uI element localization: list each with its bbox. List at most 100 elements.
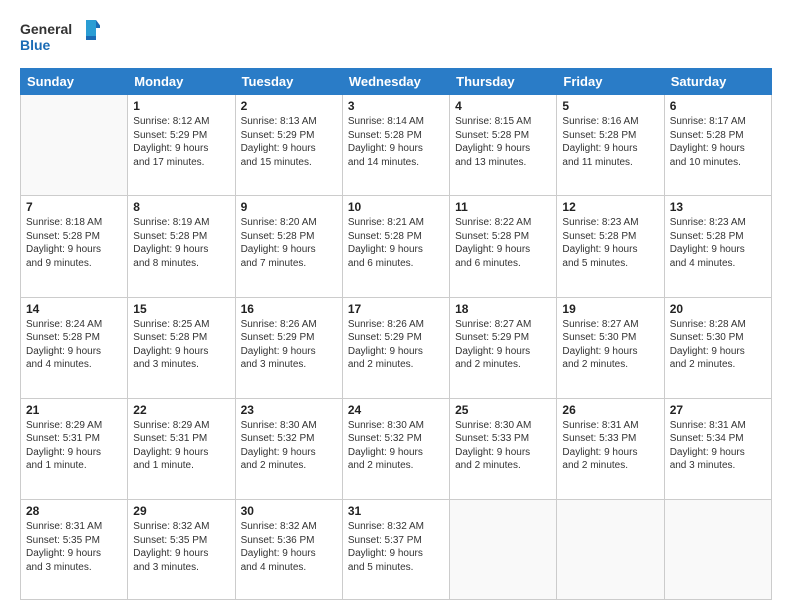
calendar-day-header: Friday: [557, 69, 664, 95]
calendar-cell: 30Sunrise: 8:32 AMSunset: 5:36 PMDayligh…: [235, 500, 342, 600]
day-info: Sunrise: 8:12 AMSunset: 5:29 PMDaylight:…: [133, 115, 229, 169]
calendar-day-header: Wednesday: [342, 69, 449, 95]
day-number: 6: [670, 99, 766, 113]
calendar-cell: 28 Sunrise: 8:31 AMSunset: 5:35 PMDayligh…: [21, 500, 128, 600]
calendar-cell: 12 Sunrise: 8:23 AMSunset: 5:28 PMDayligh…: [557, 196, 664, 297]
day-number: 20: [670, 302, 766, 316]
svg-text:Blue: Blue: [20, 37, 51, 53]
day-info: Sunrise: 8:16 AMSunset: 5:28 PMDaylight:…: [562, 115, 658, 169]
week-row: 21 Sunrise: 8:29 AMSunset: 5:31 PMDayligh…: [21, 398, 772, 499]
header: General Blue: [20, 18, 772, 58]
day-info: Sunrise: 8:24 AMSunset: 5:28 PMDaylight:…: [26, 318, 122, 372]
day-number: 10: [348, 200, 444, 214]
day-number: 18: [455, 302, 551, 316]
week-row: 1 Sunrise: 8:12 AMSunset: 5:29 PMDaylight…: [21, 95, 772, 196]
calendar-cell: 10 Sunrise: 8:21 AMSunset: 5:28 PMDayligh…: [342, 196, 449, 297]
calendar-cell: 18 Sunrise: 8:27 AMSunset: 5:29 PMDayligh…: [450, 297, 557, 398]
day-info: Sunrise: 8:30 AMSunset: 5:32 PMDaylight:…: [241, 419, 337, 473]
day-number: 15: [133, 302, 229, 316]
day-info: Sunrise: 8:29 AMSunset: 5:31 PMDaylight:…: [26, 419, 122, 473]
calendar-day-header: Tuesday: [235, 69, 342, 95]
day-number: 8: [133, 200, 229, 214]
calendar-table: SundayMondayTuesdayWednesdayThursdayFrid…: [20, 68, 772, 600]
day-number: 30: [241, 504, 337, 518]
day-number: 31: [348, 504, 444, 518]
day-number: 4: [455, 99, 551, 113]
calendar-cell: 1 Sunrise: 8:12 AMSunset: 5:29 PMDaylight…: [128, 95, 235, 196]
day-number: 12: [562, 200, 658, 214]
day-info: Sunrise: 8:29 AMSunset: 5:31 PMDaylight:…: [133, 419, 229, 473]
week-row: 28 Sunrise: 8:31 AMSunset: 5:35 PMDayligh…: [21, 500, 772, 600]
day-number: 17: [348, 302, 444, 316]
calendar-cell: 19Sunrise: 8:27 AMSunset: 5:30 PMDayligh…: [557, 297, 664, 398]
day-number: 25: [455, 403, 551, 417]
calendar-cell: 11Sunrise: 8:22 AMSunset: 5:28 PMDayligh…: [450, 196, 557, 297]
calendar-cell: 17Sunrise: 8:26 AMSunset: 5:29 PMDayligh…: [342, 297, 449, 398]
day-info: Sunrise: 8:21 AMSunset: 5:28 PMDaylight:…: [348, 216, 444, 270]
calendar-cell: 16Sunrise: 8:26 AMSunset: 5:29 PMDayligh…: [235, 297, 342, 398]
calendar-cell: 2 Sunrise: 8:13 AMSunset: 5:29 PMDaylight…: [235, 95, 342, 196]
calendar-cell: 15 Sunrise: 8:25 AMSunset: 5:28 PMDayligh…: [128, 297, 235, 398]
calendar-cell: 8 Sunrise: 8:19 AMSunset: 5:28 PMDaylight…: [128, 196, 235, 297]
calendar-cell: 21 Sunrise: 8:29 AMSunset: 5:31 PMDayligh…: [21, 398, 128, 499]
calendar-cell: 26Sunrise: 8:31 AMSunset: 5:33 PMDayligh…: [557, 398, 664, 499]
calendar-cell: 5 Sunrise: 8:16 AMSunset: 5:28 PMDaylight…: [557, 95, 664, 196]
day-info: Sunrise: 8:23 AMSunset: 5:28 PMDaylight:…: [670, 216, 766, 270]
day-number: 28: [26, 504, 122, 518]
calendar-cell: 27 Sunrise: 8:31 AMSunset: 5:34 PMDayligh…: [664, 398, 771, 499]
calendar-day-header: Monday: [128, 69, 235, 95]
calendar-day-header: Saturday: [664, 69, 771, 95]
calendar-day-header: Sunday: [21, 69, 128, 95]
day-info: Sunrise: 8:32 AMSunset: 5:37 PMDaylight:…: [348, 520, 444, 574]
calendar-cell: 7Sunrise: 8:18 AMSunset: 5:28 PMDaylight…: [21, 196, 128, 297]
week-row: 7Sunrise: 8:18 AMSunset: 5:28 PMDaylight…: [21, 196, 772, 297]
calendar-cell: 9Sunrise: 8:20 AMSunset: 5:28 PMDaylight…: [235, 196, 342, 297]
day-number: 11: [455, 200, 551, 214]
day-info: Sunrise: 8:30 AMSunset: 5:33 PMDaylight:…: [455, 419, 551, 473]
calendar-cell: 23Sunrise: 8:30 AMSunset: 5:32 PMDayligh…: [235, 398, 342, 499]
day-info: Sunrise: 8:31 AMSunset: 5:34 PMDaylight:…: [670, 419, 766, 473]
day-info: Sunrise: 8:27 AMSunset: 5:30 PMDaylight:…: [562, 318, 658, 372]
day-info: Sunrise: 8:19 AMSunset: 5:28 PMDaylight:…: [133, 216, 229, 270]
calendar-cell: 31 Sunrise: 8:32 AMSunset: 5:37 PMDayligh…: [342, 500, 449, 600]
day-info: Sunrise: 8:31 AMSunset: 5:35 PMDaylight:…: [26, 520, 122, 574]
day-info: Sunrise: 8:25 AMSunset: 5:28 PMDaylight:…: [133, 318, 229, 372]
calendar-day-header: Thursday: [450, 69, 557, 95]
calendar-cell: [21, 95, 128, 196]
calendar-cell: 3Sunrise: 8:14 AMSunset: 5:28 PMDaylight…: [342, 95, 449, 196]
day-info: Sunrise: 8:30 AMSunset: 5:32 PMDaylight:…: [348, 419, 444, 473]
calendar-cell: 14Sunrise: 8:24 AMSunset: 5:28 PMDayligh…: [21, 297, 128, 398]
day-number: 24: [348, 403, 444, 417]
calendar-header-row: SundayMondayTuesdayWednesdayThursdayFrid…: [21, 69, 772, 95]
day-info: Sunrise: 8:23 AMSunset: 5:28 PMDaylight:…: [562, 216, 658, 270]
day-number: 29: [133, 504, 229, 518]
calendar-cell: 6 Sunrise: 8:17 AMSunset: 5:28 PMDaylight…: [664, 95, 771, 196]
day-info: Sunrise: 8:32 AMSunset: 5:35 PMDaylight:…: [133, 520, 229, 574]
day-number: 2: [241, 99, 337, 113]
calendar-cell: 25 Sunrise: 8:30 AMSunset: 5:33 PMDayligh…: [450, 398, 557, 499]
day-info: Sunrise: 8:17 AMSunset: 5:28 PMDaylight:…: [670, 115, 766, 169]
calendar-cell: 24 Sunrise: 8:30 AMSunset: 5:32 PMDayligh…: [342, 398, 449, 499]
calendar-cell: [664, 500, 771, 600]
day-info: Sunrise: 8:26 AMSunset: 5:29 PMDaylight:…: [241, 318, 337, 372]
calendar-cell: 4 Sunrise: 8:15 AMSunset: 5:28 PMDaylight…: [450, 95, 557, 196]
day-info: Sunrise: 8:27 AMSunset: 5:29 PMDaylight:…: [455, 318, 551, 372]
day-info: Sunrise: 8:14 AMSunset: 5:28 PMDaylight:…: [348, 115, 444, 169]
day-info: Sunrise: 8:31 AMSunset: 5:33 PMDaylight:…: [562, 419, 658, 473]
day-number: 13: [670, 200, 766, 214]
week-row: 14Sunrise: 8:24 AMSunset: 5:28 PMDayligh…: [21, 297, 772, 398]
day-info: Sunrise: 8:15 AMSunset: 5:28 PMDaylight:…: [455, 115, 551, 169]
day-info: Sunrise: 8:13 AMSunset: 5:29 PMDaylight:…: [241, 115, 337, 169]
logo: General Blue: [20, 18, 100, 58]
day-info: Sunrise: 8:28 AMSunset: 5:30 PMDaylight:…: [670, 318, 766, 372]
calendar-cell: 29 Sunrise: 8:32 AMSunset: 5:35 PMDayligh…: [128, 500, 235, 600]
day-number: 1: [133, 99, 229, 113]
day-info: Sunrise: 8:20 AMSunset: 5:28 PMDaylight:…: [241, 216, 337, 270]
day-number: 21: [26, 403, 122, 417]
page: General Blue SundayMondayTuesdayWednesda…: [0, 0, 792, 612]
calendar-cell: 22Sunrise: 8:29 AMSunset: 5:31 PMDayligh…: [128, 398, 235, 499]
logo-svg: General Blue: [20, 18, 100, 58]
day-number: 5: [562, 99, 658, 113]
day-number: 7: [26, 200, 122, 214]
day-number: 27: [670, 403, 766, 417]
